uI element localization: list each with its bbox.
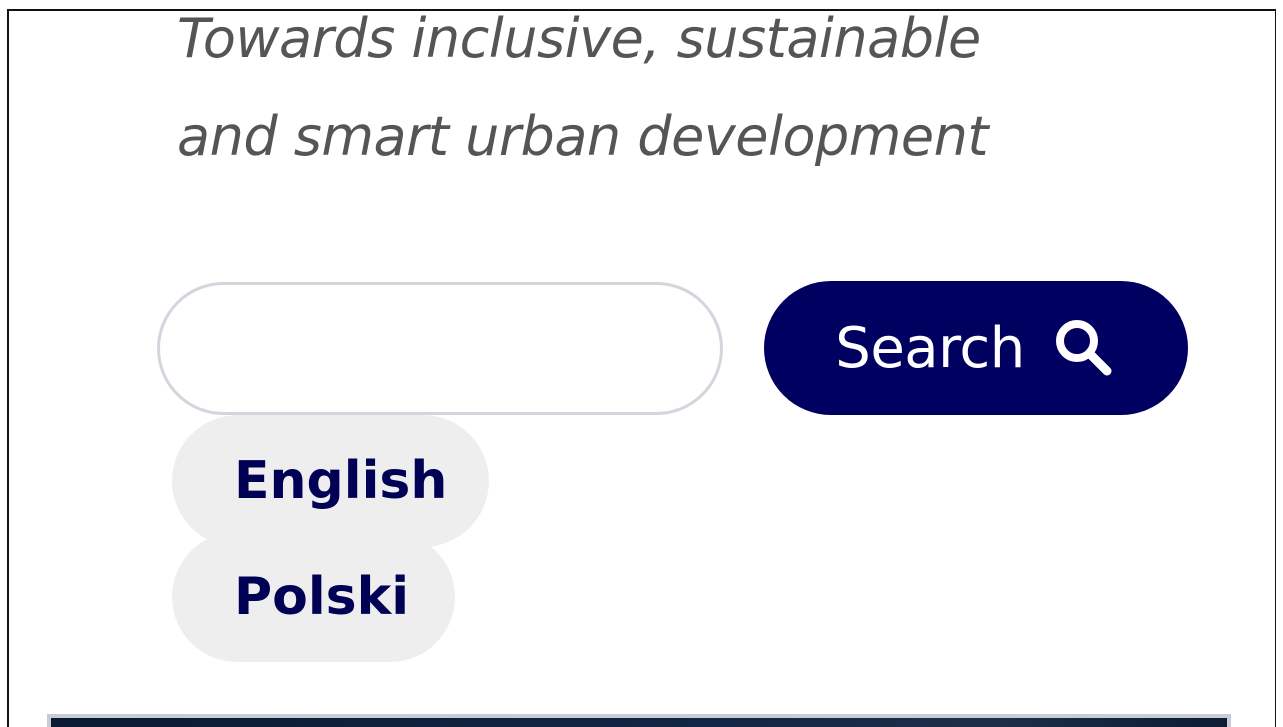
language-label: English: [234, 451, 448, 511]
language-option-polski[interactable]: Polski: [172, 532, 455, 662]
language-label: Polski: [234, 567, 410, 627]
hero-image-content: [51, 718, 1227, 727]
language-option-english[interactable]: English: [172, 415, 489, 547]
page-tagline: Towards inclusive, sustainable and smart…: [177, 0, 1177, 186]
tagline-line-1: Towards inclusive, sustainable: [177, 7, 981, 70]
search-button-label: Search: [835, 315, 1025, 381]
search-input[interactable]: [157, 282, 723, 415]
search-button[interactable]: Search: [764, 281, 1188, 415]
right-edge: [1276, 9, 1283, 727]
search-icon: [1055, 320, 1112, 376]
tagline-line-2: and smart urban development: [177, 105, 989, 168]
hero-image: [47, 714, 1231, 727]
